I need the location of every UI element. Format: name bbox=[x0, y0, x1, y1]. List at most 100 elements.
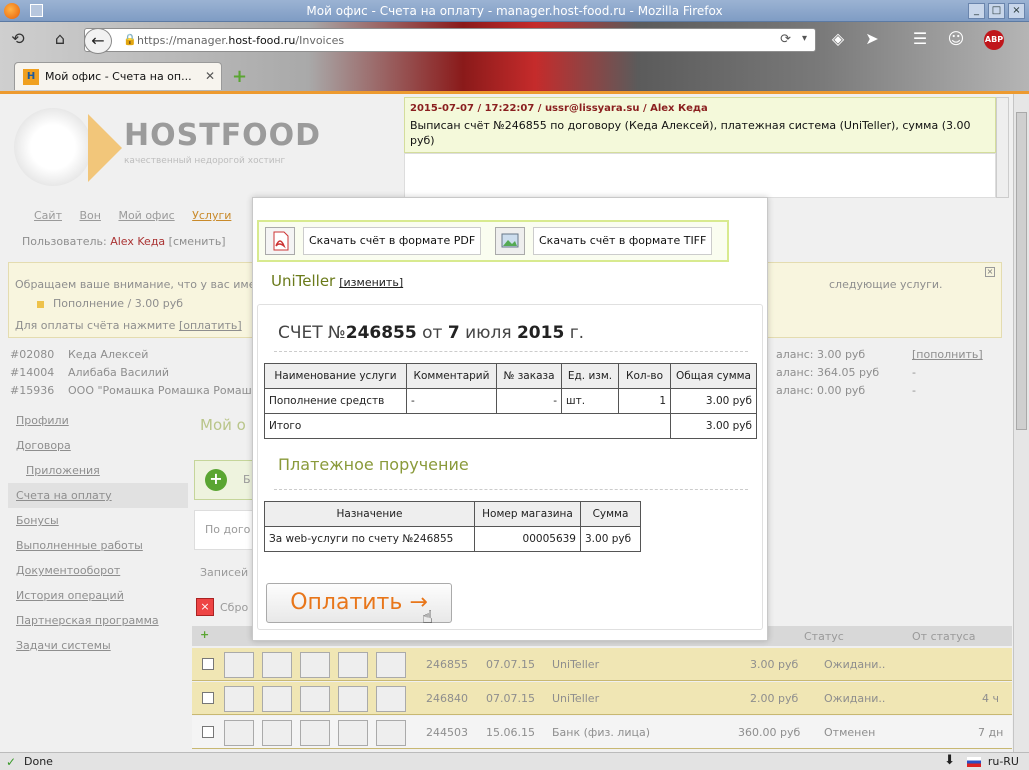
reset-label[interactable]: Сбро bbox=[220, 601, 248, 614]
col-from-status[interactable]: От статуса bbox=[912, 630, 975, 643]
download-bar: Скачать счёт в формате PDF Скачать счёт … bbox=[257, 220, 729, 262]
history-icon[interactable]: ⟲ bbox=[6, 28, 30, 52]
adblock-icon[interactable]: ABP bbox=[984, 30, 1004, 50]
notice-close-icon[interactable]: × bbox=[985, 267, 995, 277]
notice-pay-line: Для оплаты счёта нажмите [оплатить] bbox=[15, 319, 242, 332]
image-icon[interactable] bbox=[338, 686, 368, 712]
row-checkbox[interactable] bbox=[202, 658, 214, 670]
sidebar-item-partner[interactable]: Партнерская программа bbox=[8, 608, 188, 633]
records-label: Записей bbox=[200, 566, 249, 579]
account-row[interactable]: #14004 Алибаба Василий bbox=[10, 366, 169, 379]
tab-close-icon[interactable]: ✕ bbox=[205, 69, 215, 83]
pdf-icon[interactable] bbox=[300, 652, 330, 678]
pdf-download-icon[interactable] bbox=[265, 227, 295, 255]
language-indicator[interactable]: ru-RU bbox=[988, 755, 1019, 768]
sidebar-item-tasks[interactable]: Задачи системы bbox=[8, 633, 188, 658]
back-button[interactable]: ← bbox=[84, 28, 112, 54]
log-header: 2015-07-07 / 17:22:07 / ussr@lissyara.su… bbox=[410, 103, 708, 114]
menu-item-von[interactable]: Вон bbox=[79, 209, 100, 222]
logo-arrow-icon bbox=[88, 114, 122, 182]
account-action: - bbox=[912, 384, 916, 397]
maximize-button[interactable]: □ bbox=[988, 3, 1005, 19]
add-row-icon[interactable]: + bbox=[200, 628, 209, 641]
coin-icon[interactable] bbox=[376, 686, 406, 712]
user-line: Пользователь: Alex Keда [сменить] bbox=[22, 235, 226, 248]
dropdown-icon[interactable]: ▾ bbox=[802, 33, 807, 44]
menu-item-site[interactable]: Сайт bbox=[34, 209, 62, 222]
account-row[interactable]: #15936 ООО "Ромашка Ромашка Ромашк bbox=[10, 384, 258, 397]
download-tiff-button[interactable]: Скачать счёт в формате TIFF bbox=[533, 227, 713, 255]
logo-circle-icon bbox=[14, 108, 92, 186]
minimize-button[interactable]: _ bbox=[968, 3, 985, 19]
coin-icon[interactable] bbox=[376, 652, 406, 678]
row-checkbox[interactable] bbox=[202, 726, 214, 738]
contract-text: По дого bbox=[205, 523, 251, 536]
reset-icon[interactable]: × bbox=[196, 598, 214, 616]
image-icon[interactable] bbox=[338, 652, 368, 678]
change-user-link[interactable]: [сменить] bbox=[169, 235, 226, 248]
account-row[interactable]: #02080 Кеда Алексей bbox=[10, 348, 148, 361]
sidebar-item-contracts[interactable]: Договора bbox=[8, 433, 188, 458]
lock-icon: 🔒 bbox=[123, 33, 137, 46]
download-icon[interactable]: ⬇ bbox=[944, 753, 955, 768]
coin-icon[interactable] bbox=[376, 720, 406, 746]
pdf-icon[interactable] bbox=[300, 720, 330, 746]
smiley-icon[interactable]: ☺ bbox=[944, 28, 968, 52]
add-icon[interactable]: + bbox=[205, 469, 227, 491]
info-icon[interactable] bbox=[224, 686, 254, 712]
account-action: - bbox=[912, 366, 916, 379]
new-tab-icon[interactable]: + bbox=[232, 66, 247, 87]
user-name-link[interactable]: Alex Keда bbox=[110, 235, 165, 248]
sidebar-item-works[interactable]: Выполненные работы bbox=[8, 533, 188, 558]
home-icon[interactable]: ⌂ bbox=[48, 28, 72, 52]
close-window-button[interactable]: × bbox=[1008, 3, 1025, 19]
tiff-download-icon[interactable] bbox=[495, 227, 525, 255]
topup-link[interactable]: [пополнить] bbox=[912, 348, 983, 361]
sidebar-item-bonuses[interactable]: Бонусы bbox=[8, 508, 188, 533]
table-row[interactable]: 246840 07.07.15 UniTeller 2.00 руб Ожида… bbox=[192, 682, 1012, 715]
pdf-icon[interactable] bbox=[300, 686, 330, 712]
image-icon[interactable] bbox=[338, 720, 368, 746]
sidebar-item-invoices[interactable]: Счета на оплату bbox=[8, 483, 188, 508]
account-balance: аланс: 0.00 руб bbox=[776, 384, 866, 397]
log-scrollbar[interactable] bbox=[996, 97, 1009, 198]
sidebar-item-docs[interactable]: Документооборот bbox=[8, 558, 188, 583]
edit-icon[interactable] bbox=[262, 686, 292, 712]
sidebar-item-profiles[interactable]: Профили bbox=[8, 408, 188, 433]
edit-icon[interactable] bbox=[262, 720, 292, 746]
send-icon[interactable]: ➤ bbox=[860, 28, 884, 52]
main-title: Мой о bbox=[200, 416, 246, 434]
add-invoice-box: + Б bbox=[194, 460, 254, 500]
window-titlebar: Мой офис - Счета на оплату - manager.hos… bbox=[0, 0, 1029, 22]
log-body: Выписан счёт №246855 по договору (Кеда А… bbox=[410, 119, 971, 147]
log-panel: 2015-07-07 / 17:22:07 / ussr@lissyara.su… bbox=[404, 97, 996, 153]
page-scrollbar[interactable] bbox=[1013, 94, 1029, 752]
bullet-icon bbox=[37, 301, 44, 308]
notice-text-right: следующие услуги. bbox=[829, 278, 943, 291]
url-bar[interactable]: 🔒 https://manager.host-food.ru/Invoices … bbox=[84, 28, 816, 52]
row-checkbox[interactable] bbox=[202, 692, 214, 704]
col-status[interactable]: Статус bbox=[804, 630, 844, 643]
menu-icon[interactable]: ☰ bbox=[908, 28, 932, 52]
url-text: https://manager.host-food.ru/Invoices bbox=[137, 34, 345, 47]
download-pdf-button[interactable]: Скачать счёт в формате PDF bbox=[303, 227, 482, 255]
table-row[interactable]: 246855 07.07.15 UniTeller 3.00 руб Ожида… bbox=[192, 648, 1012, 681]
notice-pay-link[interactable]: [оплатить] bbox=[179, 319, 242, 332]
info-icon[interactable] bbox=[224, 652, 254, 678]
logo[interactable]: HOSTFOOD bbox=[124, 118, 321, 153]
sidebar-item-attachments[interactable]: Приложения bbox=[8, 458, 188, 483]
change-payment-link[interactable]: [изменить] bbox=[339, 276, 403, 289]
account-balance: аланс: 3.00 руб bbox=[776, 348, 866, 361]
flag-icon bbox=[967, 757, 981, 767]
sidebar-item-history[interactable]: История операций bbox=[8, 583, 188, 608]
table-row[interactable]: 244503 15.06.15 Банк (физ. лица) 360.00 … bbox=[192, 716, 1012, 749]
menu-item-services[interactable]: Услуги bbox=[192, 209, 231, 222]
reload-icon[interactable]: ⟳ bbox=[780, 32, 791, 47]
check-icon: ✓ bbox=[6, 755, 17, 769]
edit-icon[interactable] bbox=[262, 652, 292, 678]
info-icon[interactable] bbox=[224, 720, 254, 746]
pocket-icon[interactable]: ◈ bbox=[826, 28, 850, 52]
browser-tab[interactable]: H Мой офис - Счета на оп... ✕ bbox=[14, 62, 222, 90]
menu-item-office[interactable]: Мой офис bbox=[118, 209, 174, 222]
status-text: Done bbox=[24, 755, 53, 768]
